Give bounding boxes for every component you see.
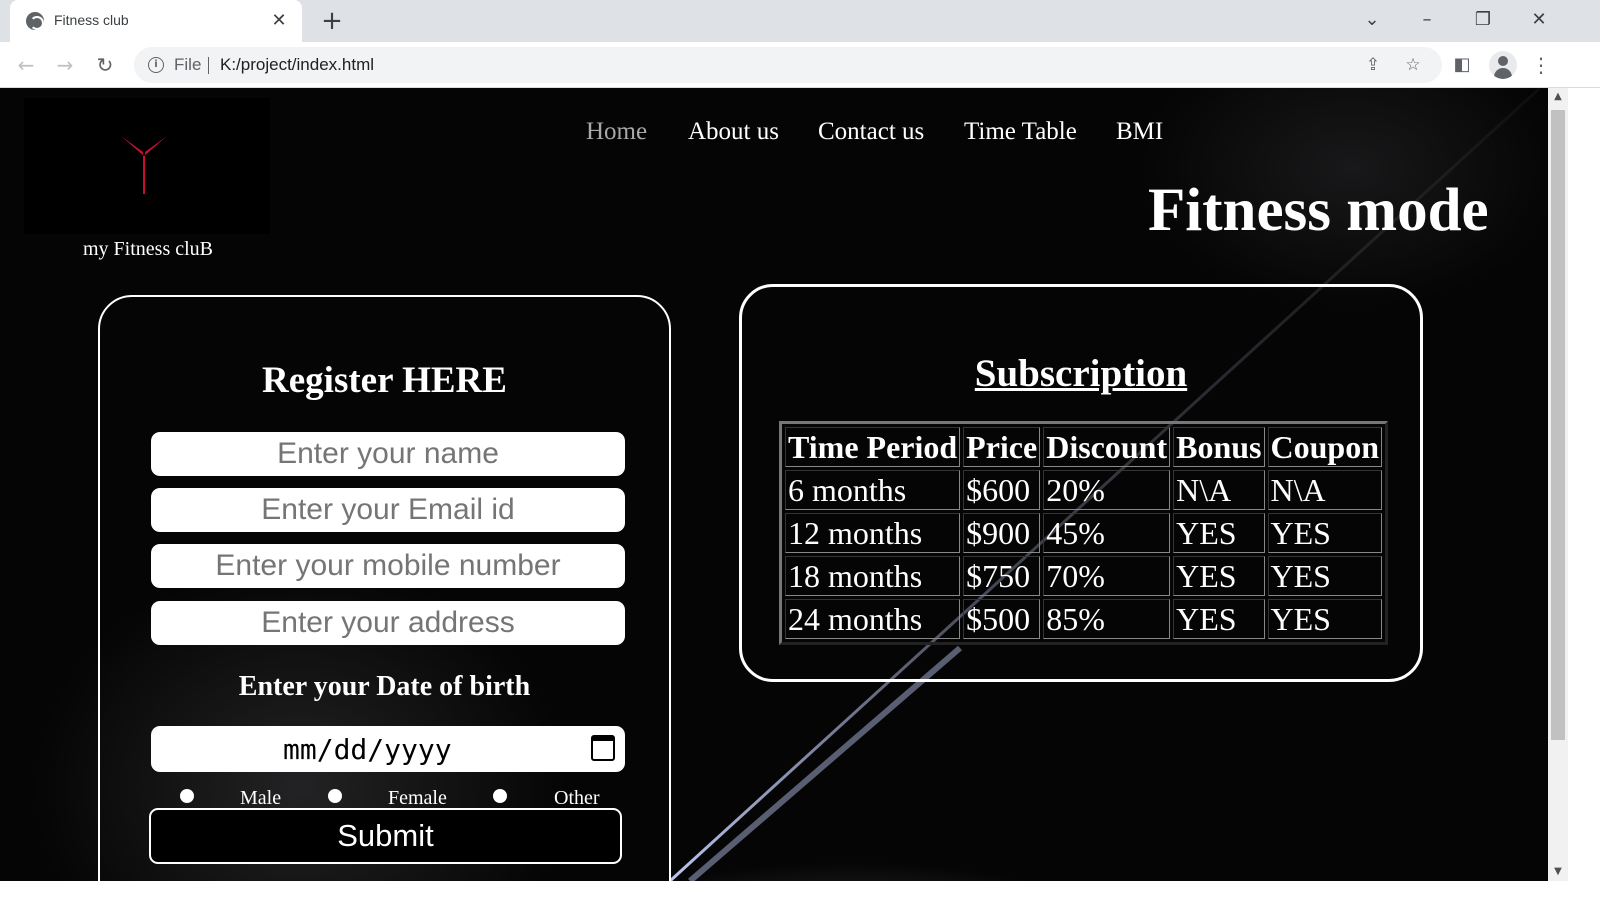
table-cell: 70% bbox=[1043, 556, 1171, 596]
column-header: Time Period bbox=[785, 427, 961, 467]
name-field[interactable] bbox=[151, 432, 625, 476]
scroll-up-icon[interactable]: ▲ bbox=[1548, 88, 1568, 106]
table-cell: YES bbox=[1267, 599, 1382, 639]
nav-about-us[interactable]: About us bbox=[688, 118, 779, 146]
browser-toolbar: ← → ↻ i File K:/project/index.html ⇪ ☆ ◧… bbox=[0, 42, 1600, 88]
table-cell: 24 months bbox=[785, 599, 961, 639]
table-header-row: Time Period Price Discount Bonus Coupon bbox=[785, 427, 1382, 467]
column-header: Bonus bbox=[1173, 427, 1265, 467]
logo-tagline: my Fitness cluB bbox=[83, 238, 214, 260]
subscription-table: Time Period Price Discount Bonus Coupon … bbox=[779, 421, 1388, 645]
back-icon[interactable]: ← bbox=[11, 50, 41, 80]
table-cell: 45% bbox=[1043, 513, 1171, 553]
url-scheme: File bbox=[174, 55, 202, 74]
address-field[interactable] bbox=[151, 601, 625, 645]
table-cell: $900 bbox=[963, 513, 1041, 553]
profile-icon[interactable] bbox=[1489, 51, 1517, 79]
dob-label: Enter your Date of birth bbox=[238, 671, 531, 702]
column-header: Price bbox=[963, 427, 1041, 467]
gender-label-other: Other bbox=[554, 787, 600, 809]
gender-label-male: Male bbox=[240, 787, 282, 809]
nav-bmi[interactable]: BMI bbox=[1116, 118, 1163, 146]
table-cell: YES bbox=[1267, 513, 1382, 553]
email-field[interactable] bbox=[151, 488, 625, 532]
nav-time-table[interactable]: Time Table bbox=[964, 118, 1077, 146]
browser-tab[interactable]: Fitness club ✕ bbox=[10, 0, 302, 42]
globe-icon bbox=[26, 12, 44, 30]
scroll-down-icon[interactable]: ▼ bbox=[1548, 863, 1568, 881]
tab-title: Fitness club bbox=[54, 12, 129, 28]
table-cell: $600 bbox=[963, 470, 1041, 510]
star-icon[interactable]: ☆ bbox=[1400, 52, 1426, 78]
table-cell: $500 bbox=[963, 599, 1041, 639]
menu-icon[interactable]: ⋮ bbox=[1526, 50, 1556, 80]
tab-search-icon[interactable]: ⌄ bbox=[1352, 6, 1392, 34]
forward-icon[interactable]: → bbox=[50, 50, 80, 80]
mobile-field[interactable] bbox=[151, 544, 625, 588]
table-cell: YES bbox=[1173, 556, 1265, 596]
table-row: 12 months $900 45% YES YES bbox=[785, 513, 1382, 553]
logo[interactable] bbox=[24, 98, 270, 234]
column-header: Coupon bbox=[1267, 427, 1382, 467]
calendar-icon[interactable] bbox=[591, 735, 615, 761]
nav-home[interactable]: Home bbox=[586, 118, 647, 146]
table-cell: YES bbox=[1267, 556, 1382, 596]
url-divider bbox=[208, 57, 209, 74]
gender-radio-other[interactable] bbox=[493, 789, 507, 803]
table-row: 18 months $750 70% YES YES bbox=[785, 556, 1382, 596]
register-heading: Register HERE bbox=[262, 360, 507, 401]
submit-button[interactable]: Submit bbox=[149, 808, 622, 864]
address-bar[interactable]: i File K:/project/index.html ⇪ ☆ bbox=[134, 47, 1442, 83]
table-cell: 18 months bbox=[785, 556, 961, 596]
info-icon[interactable]: i bbox=[148, 57, 164, 73]
logo-icon bbox=[121, 136, 167, 194]
minimize-icon[interactable]: – bbox=[1407, 6, 1447, 34]
restore-icon[interactable]: ❐ bbox=[1463, 6, 1503, 34]
table-row: 24 months $500 85% YES YES bbox=[785, 599, 1382, 639]
table-cell: N\A bbox=[1267, 470, 1382, 510]
gender-label-female: Female bbox=[388, 787, 447, 809]
url-text[interactable]: K:/project/index.html bbox=[220, 55, 374, 75]
column-header: Discount bbox=[1043, 427, 1171, 467]
register-form: Register HERE Enter your Date of birth m… bbox=[98, 295, 671, 881]
window-bottom-edge bbox=[0, 881, 1568, 900]
page-scrollbar[interactable]: ▲ ▼ bbox=[1548, 88, 1568, 881]
table-cell: 12 months bbox=[785, 513, 961, 553]
table-cell: N\A bbox=[1173, 470, 1265, 510]
subscription-panel: Subscription Time Period Price Discount … bbox=[739, 284, 1423, 682]
table-cell: YES bbox=[1173, 513, 1265, 553]
side-panel-icon[interactable]: ◧ bbox=[1447, 50, 1477, 80]
table-cell: 6 months bbox=[785, 470, 961, 510]
dob-placeholder: mm/dd/yyyy bbox=[283, 733, 452, 766]
new-tab-button[interactable]: + bbox=[318, 7, 346, 35]
table-cell: 85% bbox=[1043, 599, 1171, 639]
gender-radio-female[interactable] bbox=[328, 789, 342, 803]
dob-field[interactable]: mm/dd/yyyy bbox=[151, 726, 625, 772]
window-edge bbox=[1568, 88, 1600, 900]
gender-radio-male[interactable] bbox=[180, 789, 194, 803]
nav-contact-us[interactable]: Contact us bbox=[818, 118, 924, 146]
table-row: 6 months $600 20% N\A N\A bbox=[785, 470, 1382, 510]
table-cell: YES bbox=[1173, 599, 1265, 639]
reload-icon[interactable]: ↻ bbox=[90, 50, 120, 80]
hero-title: Fitness mode bbox=[1148, 177, 1489, 244]
scrollbar-thumb[interactable] bbox=[1551, 110, 1565, 740]
tab-close-icon[interactable]: ✕ bbox=[266, 8, 292, 34]
browser-tab-bar: Fitness club ✕ + ⌄ – ❐ ✕ bbox=[0, 0, 1600, 42]
table-cell: 20% bbox=[1043, 470, 1171, 510]
window-close-icon[interactable]: ✕ bbox=[1519, 6, 1559, 34]
table-cell: $750 bbox=[963, 556, 1041, 596]
share-icon[interactable]: ⇪ bbox=[1360, 52, 1386, 78]
subscription-heading: Subscription bbox=[974, 352, 1188, 395]
page-viewport: my Fitness cluB Home About us Contact us… bbox=[0, 88, 1548, 881]
